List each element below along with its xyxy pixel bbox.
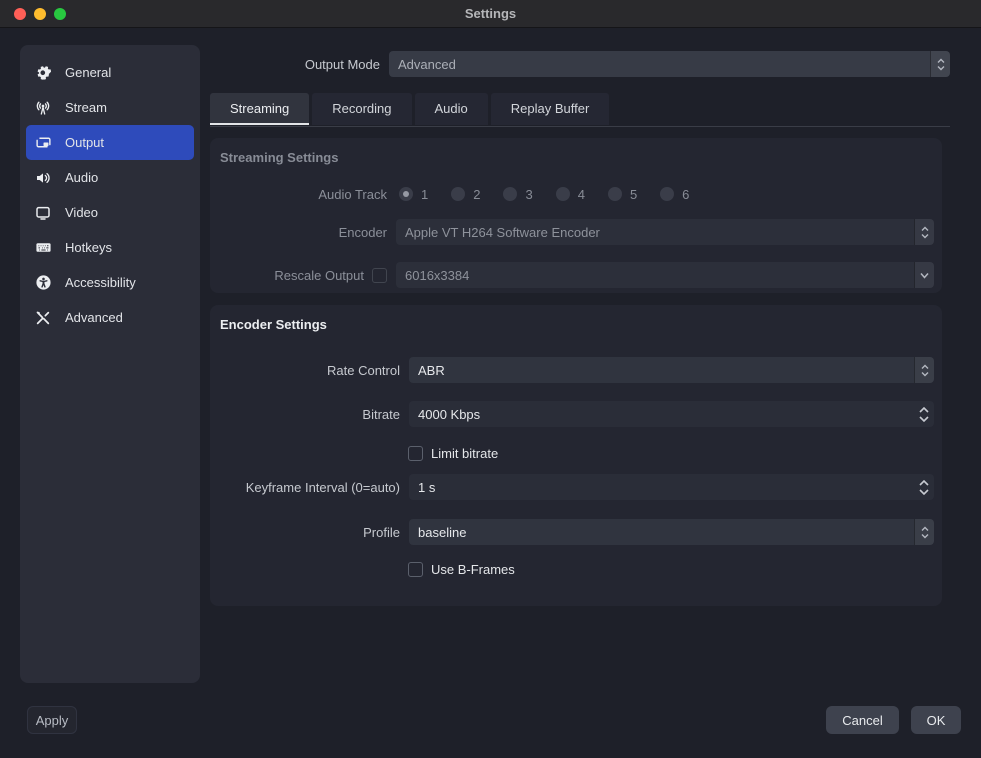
sidebar-item-label: Output bbox=[65, 135, 104, 150]
audio-track-label: Audio Track bbox=[318, 187, 387, 202]
audio-track-option-3[interactable]: 3 bbox=[503, 187, 532, 202]
sidebar-item-accessibility[interactable]: Accessibility bbox=[26, 265, 194, 300]
rescale-output-select[interactable]: 6016x3384 bbox=[396, 262, 934, 288]
audio-track-option-5[interactable]: 5 bbox=[608, 187, 637, 202]
encoder-label: Encoder bbox=[339, 225, 387, 240]
sidebar-item-audio[interactable]: Audio bbox=[26, 160, 194, 195]
window-title: Settings bbox=[465, 6, 516, 21]
sidebar-item-hotkeys[interactable]: Hotkeys bbox=[26, 230, 194, 265]
streaming-settings-title: Streaming Settings bbox=[218, 146, 934, 165]
tools-icon bbox=[34, 309, 52, 327]
radio-icon bbox=[503, 187, 517, 201]
chevron-updown-icon bbox=[914, 219, 934, 245]
apply-button[interactable]: Apply bbox=[27, 706, 77, 734]
accessibility-icon bbox=[34, 274, 52, 292]
audio-track-option-6[interactable]: 6 bbox=[660, 187, 689, 202]
spinner-arrows-icon[interactable] bbox=[919, 407, 929, 422]
rescale-output-row: Rescale Output 6016x3384 bbox=[218, 262, 934, 288]
encoder-settings-title: Encoder Settings bbox=[218, 313, 934, 332]
bitrate-row: Bitrate 4000 Kbps bbox=[218, 401, 934, 427]
output-mode-label: Output Mode bbox=[305, 57, 380, 72]
traffic-lights bbox=[14, 8, 66, 20]
audio-track-row: Audio Track 1 2 3 4 5 6 bbox=[218, 182, 934, 206]
limit-bitrate-checkbox[interactable] bbox=[408, 446, 423, 461]
cancel-button[interactable]: Cancel bbox=[826, 706, 899, 734]
output-icon bbox=[34, 134, 52, 152]
keyframe-interval-label: Keyframe Interval (0=auto) bbox=[246, 480, 400, 495]
output-tabs: Streaming Recording Audio Replay Buffer bbox=[210, 93, 609, 125]
sidebar-item-label: Hotkeys bbox=[65, 240, 112, 255]
sidebar-item-stream[interactable]: Stream bbox=[26, 90, 194, 125]
spinner-arrows-icon[interactable] bbox=[919, 480, 929, 495]
radio-icon bbox=[660, 187, 674, 201]
keyframe-interval-input[interactable]: 1 s bbox=[409, 474, 934, 500]
profile-select[interactable]: baseline bbox=[409, 519, 934, 545]
radio-icon bbox=[451, 187, 465, 201]
keyboard-icon bbox=[34, 239, 52, 257]
keyframe-interval-row: Keyframe Interval (0=auto) 1 s bbox=[218, 474, 934, 500]
rescale-output-checkbox[interactable] bbox=[372, 268, 387, 283]
radio-icon bbox=[608, 187, 622, 201]
chevron-updown-icon bbox=[914, 519, 934, 545]
sidebar-item-general[interactable]: General bbox=[26, 55, 194, 90]
use-b-frames-checkbox[interactable] bbox=[408, 562, 423, 577]
encoder-row: Encoder Apple VT H264 Software Encoder bbox=[218, 219, 934, 245]
rate-control-row: Rate Control ABR bbox=[218, 357, 934, 383]
sidebar-item-label: General bbox=[65, 65, 111, 80]
minimize-window-button[interactable] bbox=[34, 8, 46, 20]
encoder-select[interactable]: Apple VT H264 Software Encoder bbox=[396, 219, 934, 245]
radio-icon bbox=[556, 187, 570, 201]
profile-label: Profile bbox=[363, 525, 400, 540]
sidebar-item-output[interactable]: Output bbox=[26, 125, 194, 160]
output-mode-select[interactable]: Advanced bbox=[389, 51, 950, 77]
speaker-icon bbox=[34, 169, 52, 187]
profile-row: Profile baseline bbox=[218, 519, 934, 545]
output-mode-row: Output Mode Advanced bbox=[210, 51, 950, 77]
zoom-window-button[interactable] bbox=[54, 8, 66, 20]
tab-recording[interactable]: Recording bbox=[312, 93, 411, 125]
encoder-settings-group: Encoder Settings Rate Control ABR Bitrat… bbox=[210, 305, 942, 606]
rescale-output-label: Rescale Output bbox=[274, 268, 364, 283]
use-b-frames-label: Use B-Frames bbox=[431, 562, 515, 577]
chevron-updown-icon bbox=[930, 51, 950, 77]
chevron-down-icon bbox=[914, 262, 934, 288]
settings-sidebar: General Stream Output Audio Video Hotkey… bbox=[20, 45, 200, 683]
tab-replay-buffer[interactable]: Replay Buffer bbox=[491, 93, 610, 125]
tab-underline bbox=[210, 126, 950, 127]
use-b-frames-row: Use B-Frames bbox=[218, 560, 934, 578]
sidebar-item-label: Accessibility bbox=[65, 275, 136, 290]
sidebar-item-label: Audio bbox=[65, 170, 98, 185]
limit-bitrate-label: Limit bitrate bbox=[431, 446, 498, 461]
radio-icon bbox=[399, 187, 413, 201]
rate-control-label: Rate Control bbox=[327, 363, 400, 378]
sidebar-item-label: Advanced bbox=[65, 310, 123, 325]
sidebar-item-video[interactable]: Video bbox=[26, 195, 194, 230]
audio-track-radio-group: 1 2 3 4 5 6 bbox=[396, 187, 689, 202]
ok-button[interactable]: OK bbox=[911, 706, 961, 734]
bitrate-label: Bitrate bbox=[362, 407, 400, 422]
streaming-settings-group: Streaming Settings Audio Track 1 2 3 4 5… bbox=[210, 138, 942, 293]
tab-streaming[interactable]: Streaming bbox=[210, 93, 309, 125]
audio-track-option-1[interactable]: 1 bbox=[399, 187, 428, 202]
rate-control-select[interactable]: ABR bbox=[409, 357, 934, 383]
gear-icon bbox=[34, 64, 52, 82]
sidebar-item-label: Video bbox=[65, 205, 98, 220]
tab-audio[interactable]: Audio bbox=[415, 93, 488, 125]
title-bar: Settings bbox=[0, 0, 981, 28]
audio-track-option-2[interactable]: 2 bbox=[451, 187, 480, 202]
sidebar-item-label: Stream bbox=[65, 100, 107, 115]
close-window-button[interactable] bbox=[14, 8, 26, 20]
sidebar-item-advanced[interactable]: Advanced bbox=[26, 300, 194, 335]
audio-track-option-4[interactable]: 4 bbox=[556, 187, 585, 202]
chevron-updown-icon bbox=[914, 357, 934, 383]
monitor-icon bbox=[34, 204, 52, 222]
bitrate-input[interactable]: 4000 Kbps bbox=[409, 401, 934, 427]
antenna-icon bbox=[34, 99, 52, 117]
limit-bitrate-row: Limit bitrate bbox=[218, 444, 934, 462]
